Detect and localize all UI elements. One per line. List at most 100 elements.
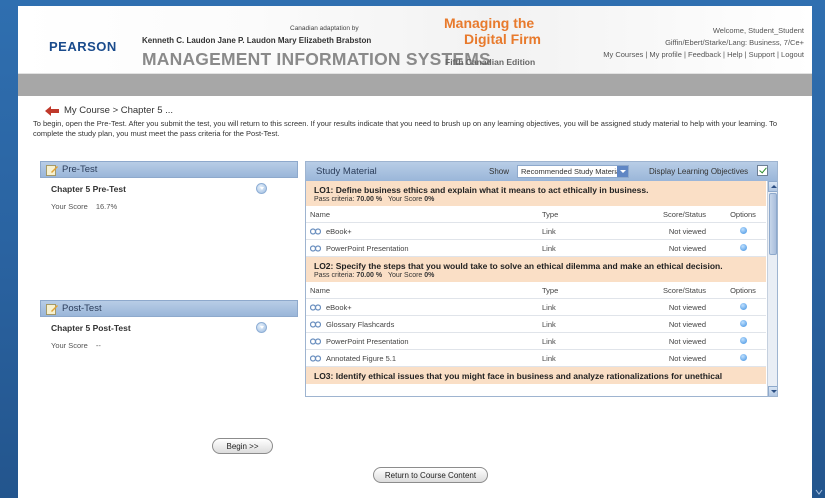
col-score: Score/Status xyxy=(663,285,706,295)
pencil-note-icon xyxy=(46,303,58,315)
criteria-value: 70.00 % xyxy=(356,272,383,279)
study-scrollbar[interactable] xyxy=(767,181,777,396)
show-label: Show xyxy=(489,167,510,176)
item-status: Not viewed xyxy=(668,302,706,312)
options-icon[interactable] xyxy=(739,353,747,361)
options-icon[interactable] xyxy=(739,319,747,327)
page-frame: PEARSON Canadian adaptation by Kenneth C… xyxy=(18,6,812,498)
book-subtitle-line2: Digital Firm xyxy=(464,31,542,47)
book-subtitle-line1: Managing the xyxy=(444,15,535,31)
adaptation-credit: Canadian adaptation by xyxy=(290,25,359,32)
link-chain-icon xyxy=(310,354,321,362)
posttest-header-label: Post-Test xyxy=(62,303,102,314)
item-name[interactable]: PowerPoint Presentation xyxy=(326,244,409,253)
scroll-thumb[interactable] xyxy=(769,193,777,255)
item-status: Not viewed xyxy=(668,243,706,253)
lo-title: LO3: Identify ethical issues that you mi… xyxy=(314,371,723,381)
col-name: Name xyxy=(310,285,331,295)
lo-title: LO2: Specify the steps that you would ta… xyxy=(314,261,723,271)
begin-button[interactable]: Begin >> xyxy=(212,438,273,454)
table-row[interactable]: Annotated Figure 5.1 Link Not viewed xyxy=(306,350,766,367)
col-options: Options xyxy=(730,209,756,219)
options-icon[interactable] xyxy=(739,336,747,344)
show-select[interactable]: Recommended Study Material xyxy=(517,165,629,178)
learning-objective: LO1: Define business ethics and explain … xyxy=(306,181,766,206)
book-title: MANAGEMENT INFORMATION SYSTEMS xyxy=(142,49,491,69)
breadcrumb[interactable]: My Course > Chapter 5 ... xyxy=(64,105,173,116)
table-row[interactable]: Glossary Flashcards Link Not viewed xyxy=(306,316,766,333)
header-links: My Courses | My profile | Feedback | Hel… xyxy=(603,49,804,61)
chevron-down-icon[interactable] xyxy=(617,166,628,177)
user-info: Welcome, Student_Student Giffin/Ebert/St… xyxy=(603,25,804,61)
options-icon[interactable] xyxy=(739,302,747,310)
lo-score-value: 0% xyxy=(424,272,435,279)
posttest-panel: Post-Test Chapter 5 Post-Test Your Score… xyxy=(40,300,298,365)
item-type: Link xyxy=(542,319,556,329)
item-name[interactable]: eBook+ xyxy=(326,227,352,236)
return-to-course-button[interactable]: Return to Course Content xyxy=(373,467,488,483)
book-authors: Kenneth C. Laudon Jane P. Laudon Mary El… xyxy=(142,36,372,45)
pretest-panel: Pre-Test Chapter 5 Pre-Test Your Score 16… xyxy=(40,161,298,226)
display-lo-checkbox[interactable] xyxy=(757,165,768,176)
lo-criteria: Pass criteria: 70.00 % Your Score 0% xyxy=(314,196,758,203)
posttest-score: Your Score -- xyxy=(51,341,101,350)
pretest-header-label: Pre-Test xyxy=(62,164,98,175)
welcome-text: Welcome, Student_Student xyxy=(712,26,804,35)
lo-score-value: 0% xyxy=(424,196,435,203)
col-name: Name xyxy=(310,209,331,219)
col-options: Options xyxy=(730,285,756,295)
scroll-up-icon[interactable] xyxy=(768,181,777,192)
pencil-note-icon xyxy=(46,164,58,176)
item-name[interactable]: eBook+ xyxy=(326,303,352,312)
nav-band xyxy=(18,74,812,96)
posttest-name[interactable]: Chapter 5 Post-Test xyxy=(51,323,131,333)
feedback-link[interactable]: Feedback xyxy=(688,50,721,59)
logout-link[interactable]: Logout xyxy=(781,50,804,59)
study-material-header: Study Material Show Recommended Study Ma… xyxy=(306,162,777,181)
support-link[interactable]: Support xyxy=(749,50,775,59)
learning-objective: LO3: Identify ethical issues that you mi… xyxy=(306,367,766,384)
table-row[interactable]: eBook+ Link Not viewed xyxy=(306,299,766,316)
pretest-score: Your Score 16.7% xyxy=(51,202,117,211)
lo-title: LO1: Define business ethics and explain … xyxy=(314,185,649,195)
study-material-panel: Study Material Show Recommended Study Ma… xyxy=(305,161,778,397)
item-type: Link xyxy=(542,302,556,312)
criteria-label: Pass criteria: xyxy=(314,196,355,203)
lo-criteria: Pass criteria: 70.00 % Your Score 0% xyxy=(314,272,758,279)
col-type: Type xyxy=(542,285,559,295)
expand-posttest-icon[interactable] xyxy=(256,322,267,333)
pretest-header: Pre-Test xyxy=(40,161,298,178)
my-courses-link[interactable]: My Courses xyxy=(603,50,643,59)
my-profile-link[interactable]: My profile xyxy=(649,50,682,59)
table-row[interactable]: eBook+ Link Not viewed xyxy=(306,223,766,240)
item-status: Not viewed xyxy=(668,319,706,329)
link-chain-icon xyxy=(310,320,321,328)
pretest-name[interactable]: Chapter 5 Pre-Test xyxy=(51,184,126,194)
expand-pretest-icon[interactable] xyxy=(256,183,267,194)
item-name[interactable]: Glossary Flashcards xyxy=(326,320,394,329)
item-type: Link xyxy=(542,243,556,253)
scroll-down-icon[interactable] xyxy=(768,386,777,396)
options-icon[interactable] xyxy=(739,226,747,234)
table-row[interactable]: PowerPoint Presentation Link Not viewed xyxy=(306,240,766,257)
table-row[interactable]: PowerPoint Presentation Link Not viewed xyxy=(306,333,766,350)
help-link[interactable]: Help xyxy=(727,50,742,59)
link-chain-icon xyxy=(310,337,321,345)
back-arrow-icon[interactable] xyxy=(45,105,59,116)
pretest-score-value: 16.7% xyxy=(95,202,118,211)
item-name[interactable]: Annotated Figure 5.1 xyxy=(326,354,396,363)
item-type: Link xyxy=(542,353,556,363)
criteria-label: Pass criteria: xyxy=(314,272,355,279)
book-edition: Fifth Canadian Edition xyxy=(445,57,536,67)
item-name[interactable]: PowerPoint Presentation xyxy=(326,337,409,346)
item-type: Link xyxy=(542,226,556,236)
item-status: Not viewed xyxy=(668,353,706,363)
intro-text: To begin, open the Pre-Test. After you s… xyxy=(33,119,778,138)
study-material-list: LO1: Define business ethics and explain … xyxy=(306,181,766,396)
col-score: Score/Status xyxy=(663,209,706,219)
link-chain-icon xyxy=(310,244,321,252)
posttest-score-label: Your Score xyxy=(51,341,88,350)
display-lo-label: Display Learning Objectives xyxy=(649,167,749,176)
options-icon[interactable] xyxy=(739,243,747,251)
page-scroll-down-icon[interactable] xyxy=(815,488,823,496)
